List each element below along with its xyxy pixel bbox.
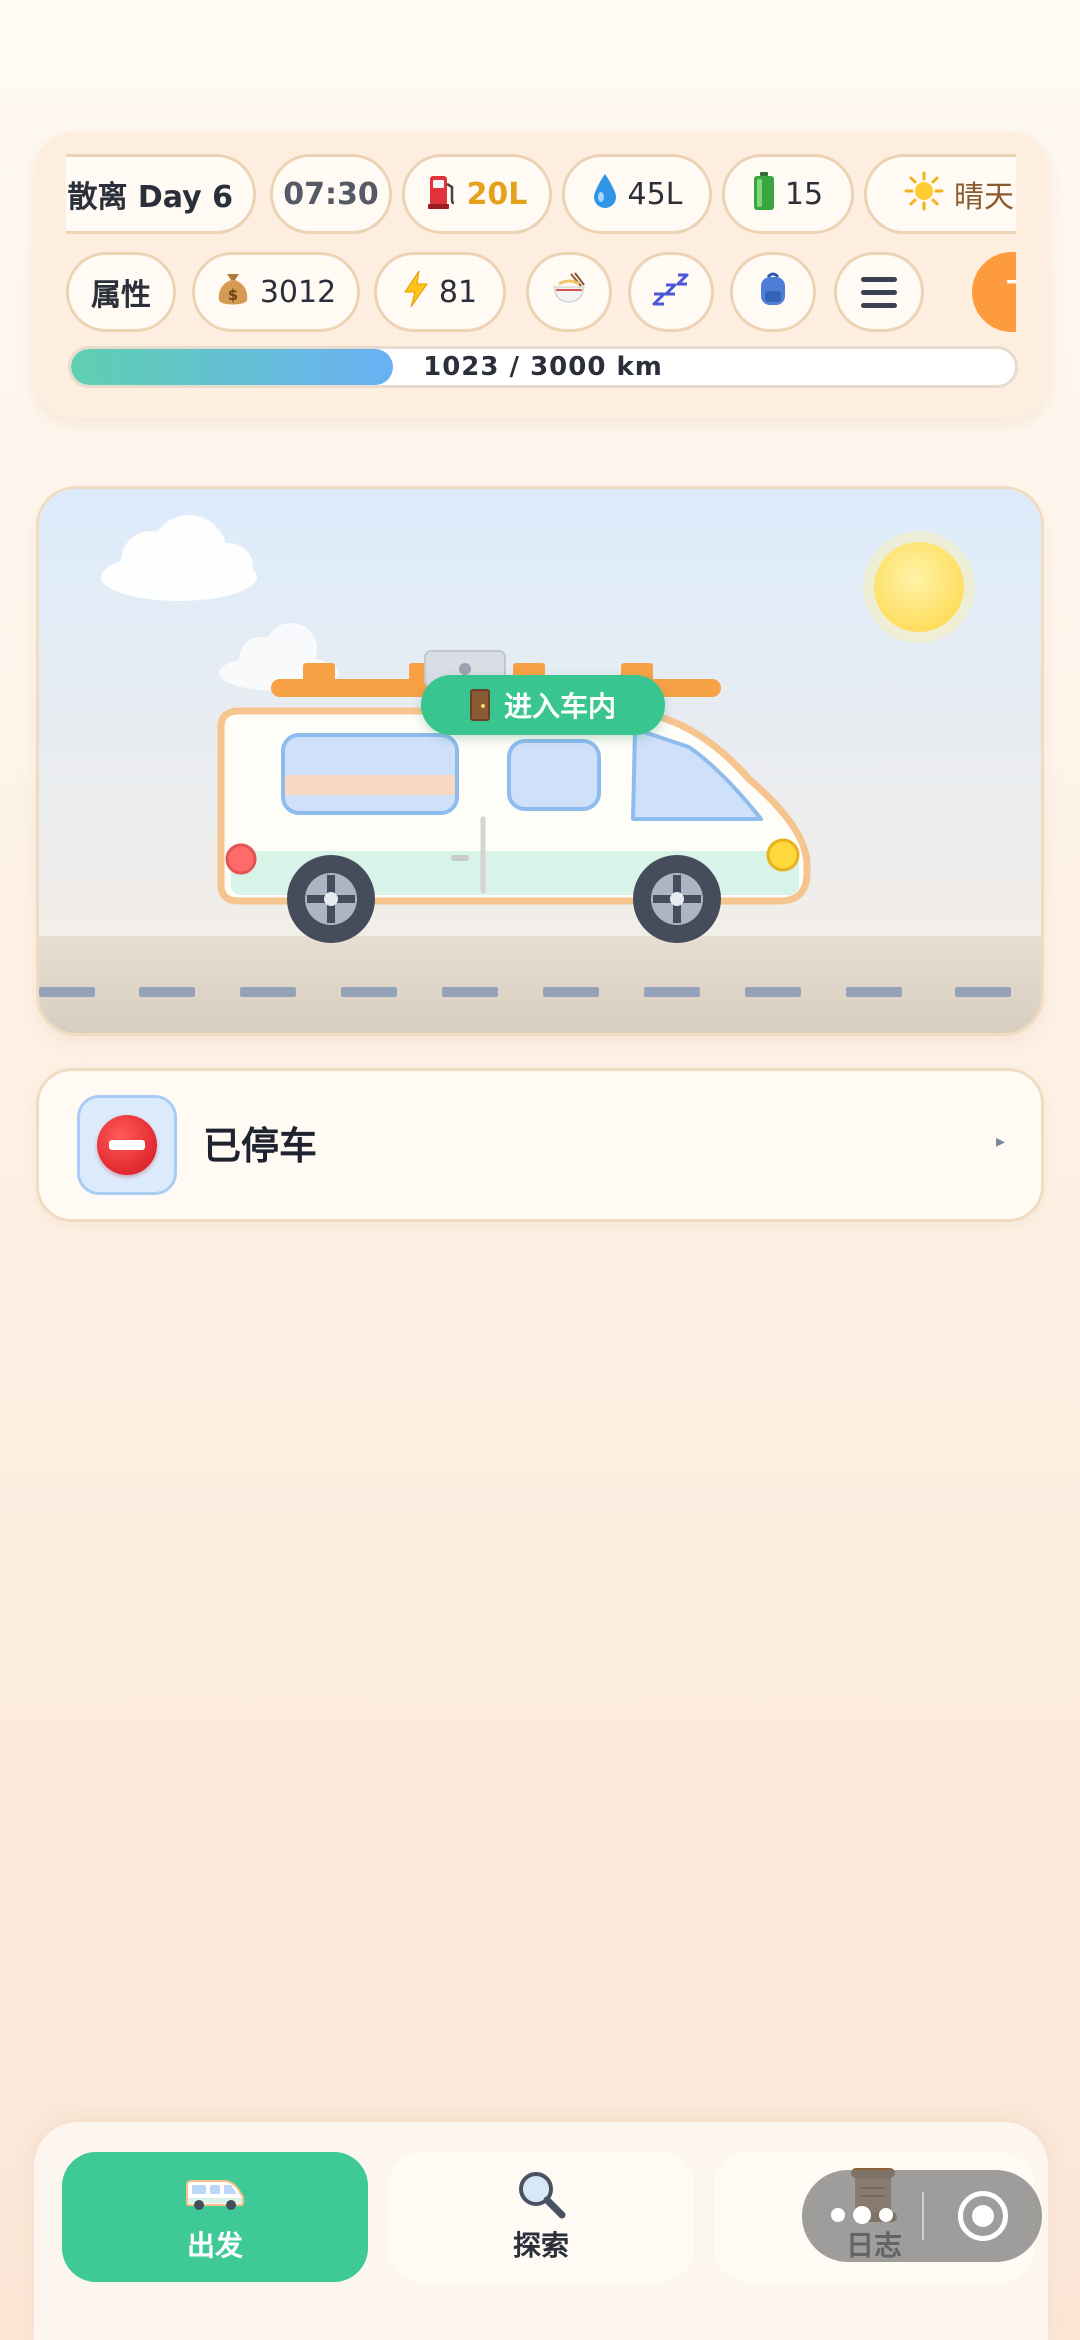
status-icon-box [77,1095,177,1195]
next-button[interactable]: 下一 [972,252,1016,332]
fuel-value: 20L [466,176,528,212]
weather-pill[interactable]: 晴天 [864,154,1016,234]
sleep-button[interactable] [628,252,714,332]
menu-button[interactable] [834,252,924,332]
money-bag-icon: $ [216,270,250,314]
enter-van-button[interactable]: 进入车内 [421,675,665,735]
fuel-pill[interactable]: 20L [402,154,552,234]
day-pill[interactable]: 散离 Day 6 [66,154,256,234]
battery-pill[interactable]: 15 [722,154,854,234]
time-label: 07:30 [283,176,379,212]
vehicle-status-card[interactable]: 已停车 ▸ [36,1068,1044,1222]
water-pill[interactable]: 45L [562,154,712,234]
zzz-icon [652,272,690,312]
miniprogram-capsule [802,2170,1042,2262]
tab-depart-label: 出发 [186,2229,243,2262]
water-drop-icon [592,172,618,216]
sun-icon [904,171,944,217]
trip-progress-bar: 1023 / 3000 km [68,346,1018,388]
vehicle-status-label: 已停车 [203,1124,318,1168]
tab-explore-label: 探索 [512,2229,569,2262]
magnifier-icon [514,2170,568,2219]
status-row-resources: 散离 Day 6 07:30 20L 45L 15 晴天 [66,152,1016,236]
time-pill[interactable]: 07:30 [270,154,392,234]
next-label: 下一 [1006,269,1016,315]
road-scene-illustration [39,489,1041,1033]
energy-value: 81 [438,274,478,310]
tab-depart[interactable]: 出发 [62,2152,368,2282]
tab-explore[interactable]: 探索 [388,2152,694,2282]
battery-value: 15 [784,176,824,212]
backpack-icon [757,271,789,313]
menu-icon [861,276,897,308]
van-front-wheel [633,855,721,943]
backpack-button[interactable] [730,252,816,332]
van-rear-wheel [287,855,375,943]
svg-text:$: $ [228,286,238,304]
lightning-icon [403,270,429,314]
sun [874,542,964,632]
road [39,936,1041,1033]
no-entry-icon [97,1115,157,1175]
enter-van-label: 进入车内 [503,690,616,723]
status-row-player: 属性 $ 3012 81 [66,250,1016,334]
money-pill[interactable]: $ 3012 [192,252,360,332]
door-icon [469,689,490,721]
attributes-button[interactable]: 属性 [66,252,176,332]
weather-label: 晴天 [954,180,1014,215]
target-icon [958,2191,1008,2241]
chevron-right-icon: ▸ [995,1131,1005,1152]
trip-progress-text: 1023 / 3000 km [423,352,663,382]
water-value: 45L [627,176,683,212]
fuel-pump-icon [427,172,457,216]
status-panel: 散离 Day 6 07:30 20L 45L 15 晴天 属性 $ 3012 8… [34,132,1050,418]
energy-pill[interactable]: 81 [374,252,506,332]
noodle-bowl-icon [551,272,587,312]
close-miniprogram-button[interactable] [924,2191,1042,2241]
battery-icon [753,171,775,217]
van-icon [184,2170,246,2218]
money-value: 3012 [259,274,337,310]
road-scene: 进入车内 [36,486,1044,1036]
food-button[interactable] [526,252,612,332]
more-options-button[interactable] [802,2206,922,2224]
attributes-label: 属性 [91,278,151,313]
day-label: 散离 Day 6 [67,180,233,215]
